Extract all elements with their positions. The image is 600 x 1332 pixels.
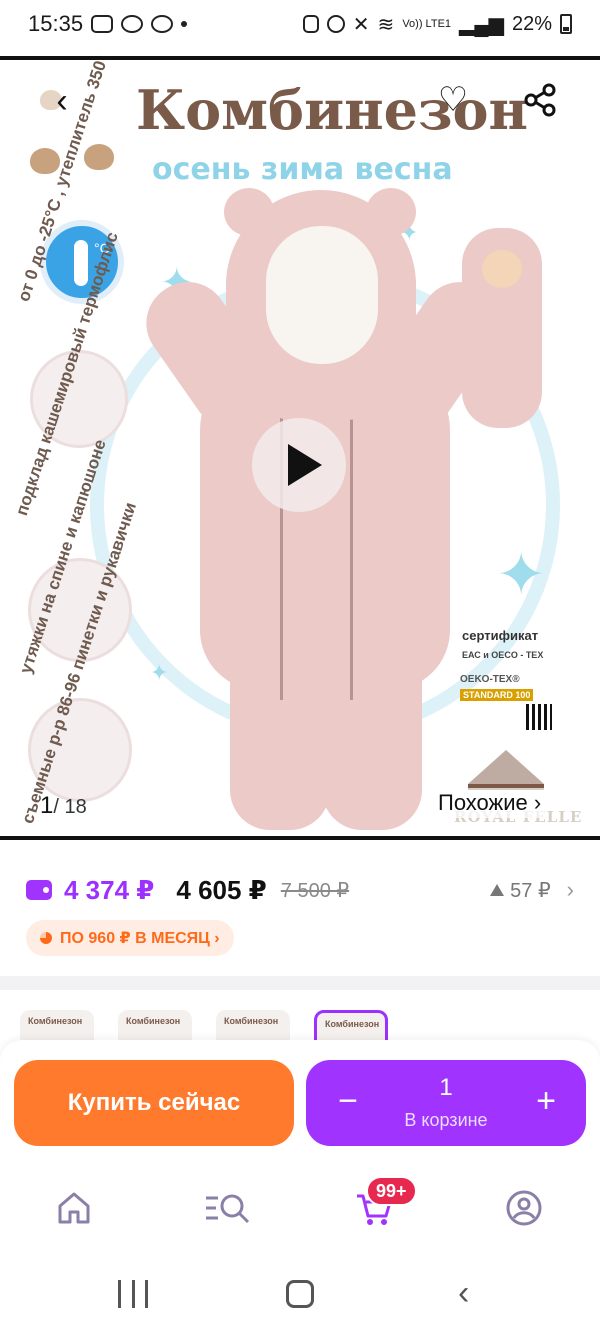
mute-icon: ✕	[352, 13, 370, 36]
notification-app-icon	[91, 15, 114, 33]
cart-quantity: 1	[439, 1074, 453, 1101]
card-price: 4 374 ₽	[64, 874, 155, 905]
price-delta-value: 57 ₽	[510, 879, 551, 902]
increase-quantity-button[interactable]: +	[526, 1078, 566, 1124]
certificate-subtitle: ЕАС и OECO - TEX	[462, 650, 544, 660]
section-divider	[0, 976, 600, 990]
hood-lining	[266, 226, 378, 364]
price-section: 4 374 ₽ 4 605 ₽ 7 500 ₽ 57 ₽ › ПО 960 ₽ …	[0, 844, 600, 976]
purchase-action-bar: Купить сейчас − 1 В корзине +	[0, 1040, 600, 1160]
system-back-icon[interactable]: ‹	[458, 1276, 469, 1310]
decrease-quantity-button[interactable]: −	[328, 1078, 368, 1124]
bottom-navigation	[0, 1160, 600, 1254]
cart-count-badge: 99+	[366, 1176, 417, 1206]
system-navigation-bar: ‹	[0, 1254, 600, 1332]
chevron-right-icon: ›	[566, 877, 574, 902]
whatsapp-icon	[121, 15, 144, 33]
price-change[interactable]: 57 ₽ ›	[490, 877, 574, 903]
thumbnail-label: Комбинезон	[126, 1016, 181, 1026]
price-row: 4 374 ₽ 4 605 ₽ 7 500 ₽ 57 ₽ ›	[26, 870, 574, 910]
thumbnail-label: Комбинезон	[325, 1019, 380, 1029]
play-icon	[288, 444, 322, 486]
image-counter: 1/ 18	[40, 792, 87, 820]
battery-percent: 22%	[511, 12, 552, 35]
alarm-icon	[326, 15, 345, 33]
qr-code-icon	[526, 704, 552, 730]
image-subtitle: осень зима весна	[152, 152, 453, 187]
buy-now-button[interactable]: Купить сейчас	[14, 1060, 294, 1146]
back-button[interactable]: ‹	[42, 82, 82, 122]
old-price: 7 500 ₽	[280, 879, 350, 902]
battery-icon	[560, 14, 572, 34]
messages-icon	[151, 15, 174, 33]
image-index: 1	[40, 792, 54, 819]
product-image-gallery[interactable]: Комбинезон осень зима весна ✦ ✦ ✦ ✦ °C о…	[0, 56, 600, 840]
installment-button[interactable]: ПО 960 ₽ В МЕСЯЦ ›	[26, 920, 234, 956]
lock-icon	[302, 15, 319, 33]
suit-hood	[226, 190, 416, 420]
share-icon[interactable]	[520, 80, 560, 120]
play-video-button[interactable]	[252, 418, 346, 512]
thumbnail-label: Комбинезон	[224, 1016, 279, 1026]
zipper-line	[350, 400, 353, 700]
paw-print-icon	[84, 144, 114, 170]
star-icon: ✦	[496, 541, 547, 608]
home-button-icon[interactable]	[286, 1280, 314, 1308]
baby-model-photo	[462, 228, 542, 428]
wifi-icon: ≋	[377, 13, 395, 36]
status-time: 15:35	[28, 11, 84, 36]
more-notifications-dot-icon	[181, 21, 188, 27]
thermometer-tube	[74, 240, 88, 286]
signal-icon: ▂▄▆	[459, 13, 504, 36]
main-price: 4 605 ₽	[176, 874, 267, 905]
oeko-tex-name: OEKO-TEX®	[460, 674, 520, 685]
profile-icon[interactable]	[504, 1188, 544, 1228]
in-cart-label[interactable]: В корзине	[366, 1110, 526, 1131]
oeko-tex-standard: STANDARD 100	[460, 689, 534, 701]
crown-logo-icon	[468, 750, 544, 790]
status-bar: 15:35 ✕ ≋ Vo)) LTE1 ▂▄▆ 22%	[0, 0, 600, 48]
cart-quantity-control: − 1 В корзине +	[306, 1060, 586, 1146]
wallet-icon	[26, 880, 52, 900]
status-left: 15:35	[28, 11, 188, 37]
home-icon[interactable]	[54, 1188, 94, 1228]
thumbnail-label: Комбинезон	[28, 1016, 83, 1026]
similar-products-link[interactable]: Похожие ›	[434, 788, 546, 818]
recent-apps-icon[interactable]	[118, 1280, 148, 1308]
pie-chart-icon	[40, 932, 52, 944]
installment-label: ПО 960 ₽ В МЕСЯЦ ›	[60, 930, 220, 947]
catalog-search-icon[interactable]	[204, 1188, 250, 1228]
price-up-icon	[490, 884, 505, 896]
status-right: ✕ ≋ Vo)) LTE1 ▂▄▆ 22%	[302, 12, 572, 37]
star-icon: ✦	[150, 660, 169, 685]
baby-face	[482, 250, 522, 288]
certificate-title: сертификат	[462, 628, 539, 643]
favorite-heart-icon[interactable]: ♡	[432, 80, 474, 122]
network-label: Vo)) LTE1	[402, 17, 452, 30]
image-total: / 18	[53, 796, 87, 818]
